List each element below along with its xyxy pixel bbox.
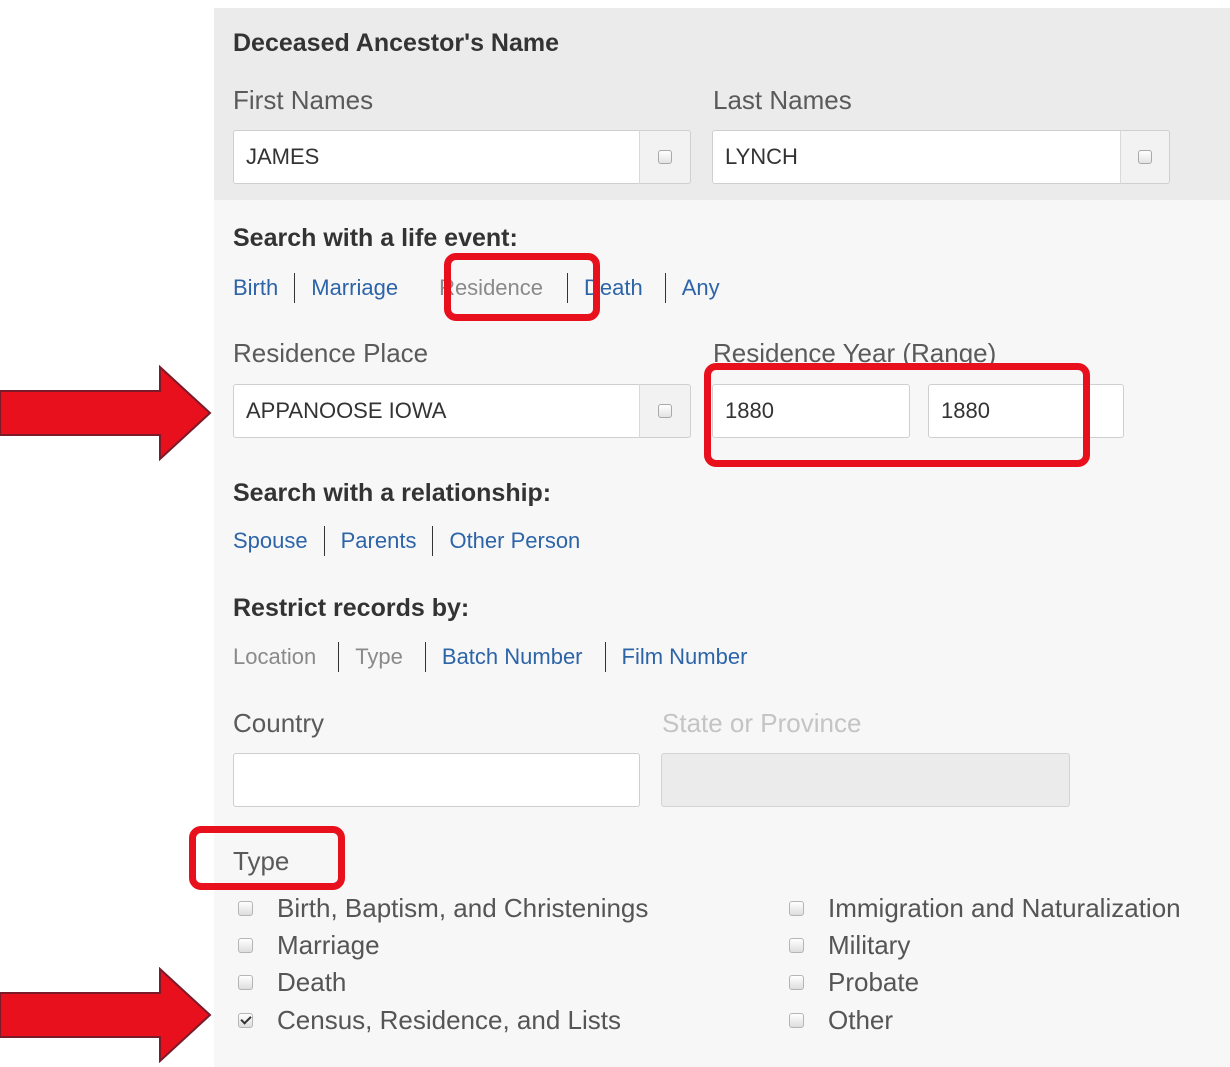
residence-place-label: Residence Place	[233, 338, 429, 368]
first-names-exact-checkbox[interactable]	[639, 130, 691, 184]
type-option[interactable]: Death	[238, 965, 346, 999]
checkbox-icon	[658, 404, 672, 418]
divider	[424, 642, 426, 672]
tab-any[interactable]: Any	[682, 275, 720, 301]
type-option-label: Birth, Baptism, and Christenings	[277, 892, 649, 923]
link-parents[interactable]: Parents	[341, 528, 417, 554]
first-names-label: First Names	[233, 85, 374, 115]
tab-type[interactable]: Type	[355, 644, 403, 670]
type-option[interactable]: Marriage	[238, 928, 380, 962]
checkbox-checked[interactable]	[238, 1012, 253, 1028]
highlight-box-residence	[444, 253, 600, 321]
type-option-label: Marriage	[277, 929, 380, 960]
residence-place-exact-checkbox[interactable]	[639, 384, 691, 438]
relationship-heading: Search with a relationship:	[233, 479, 552, 507]
divider	[604, 642, 606, 672]
checkbox-icon	[1138, 150, 1152, 164]
state-select[interactable]	[661, 753, 1070, 807]
checkbox[interactable]	[789, 1012, 804, 1028]
restrict-links: Location Type Batch Number Film Number	[233, 640, 747, 674]
type-option[interactable]: Other	[789, 1003, 893, 1037]
link-spouse[interactable]: Spouse	[233, 528, 308, 554]
checkbox[interactable]	[789, 974, 804, 990]
first-names-input[interactable]: JAMES	[233, 130, 641, 184]
type-option-label: Immigration and Naturalization	[828, 892, 1181, 923]
checkbox[interactable]	[238, 937, 253, 953]
checkbox[interactable]	[789, 900, 804, 916]
checkbox[interactable]	[238, 974, 253, 990]
type-option[interactable]: Military	[789, 928, 910, 962]
tab-film-number[interactable]: Film Number	[622, 644, 748, 670]
country-select[interactable]	[233, 753, 640, 807]
tab-batch-number[interactable]: Batch Number	[442, 644, 583, 670]
restrict-heading: Restrict records by:	[233, 594, 470, 622]
divider	[338, 642, 340, 672]
link-other-person[interactable]: Other Person	[449, 528, 580, 554]
name-section-heading: Deceased Ancestor's Name	[233, 29, 560, 57]
highlight-box-year-range	[704, 363, 1090, 467]
divider	[664, 273, 666, 303]
arrow-right-icon	[0, 365, 212, 461]
type-option-label: Other	[828, 1004, 894, 1035]
type-option-label: Military	[828, 929, 911, 960]
checkbox[interactable]	[238, 900, 253, 916]
type-option-label: Census, Residence, and Lists	[277, 1004, 621, 1035]
relationship-links: Spouse Parents Other Person	[233, 524, 580, 558]
life-event-heading: Search with a life event:	[233, 224, 518, 252]
last-names-label: Last Names	[713, 85, 852, 115]
checkbox-icon	[658, 150, 672, 164]
divider	[294, 273, 296, 303]
residence-place-input[interactable]: APPANOOSE IOWA	[233, 384, 641, 438]
type-option[interactable]: Birth, Baptism, and Christenings	[238, 891, 648, 925]
divider	[323, 526, 325, 556]
highlight-box-type	[189, 826, 345, 890]
type-option-label: Death	[277, 966, 347, 997]
state-label: State or Province	[662, 708, 862, 738]
country-label: Country	[233, 708, 325, 738]
last-names-exact-checkbox[interactable]	[1120, 130, 1170, 184]
divider	[432, 526, 434, 556]
type-option[interactable]: Immigration and Naturalization	[789, 891, 1181, 925]
type-option-label: Probate	[828, 966, 920, 997]
tab-location[interactable]: Location	[233, 644, 316, 670]
type-option[interactable]: Census, Residence, and Lists	[238, 1003, 621, 1037]
checkbox[interactable]	[789, 937, 804, 953]
tab-birth[interactable]: Birth	[233, 275, 278, 301]
last-names-input[interactable]: LYNCH	[712, 130, 1122, 184]
arrow-right-icon	[0, 967, 212, 1063]
type-option[interactable]: Probate	[789, 965, 919, 999]
tab-marriage[interactable]: Marriage	[311, 275, 398, 301]
